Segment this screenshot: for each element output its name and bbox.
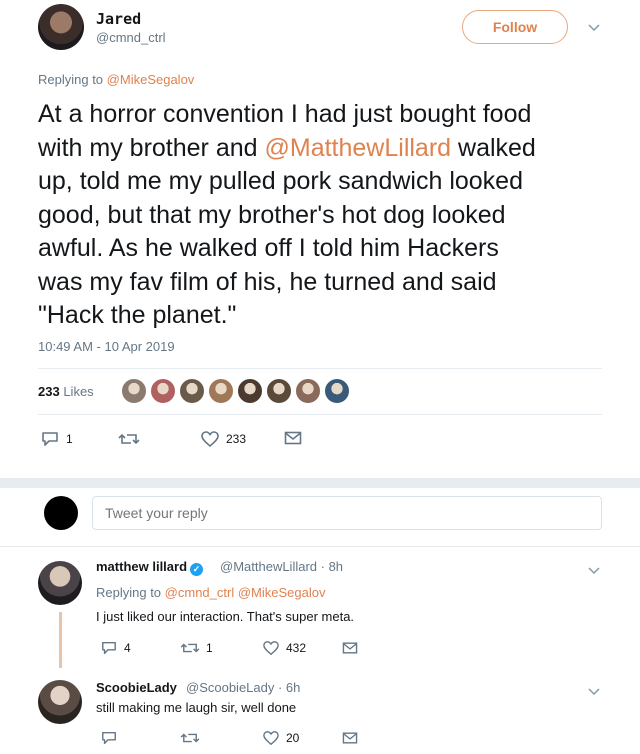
- reply-input[interactable]: [92, 496, 602, 530]
- retweet-action[interactable]: 1: [180, 640, 213, 656]
- reply-text: still making me laugh sir, well done: [96, 700, 297, 715]
- retweet-action[interactable]: [180, 730, 206, 746]
- retweet-icon: [180, 733, 200, 743]
- heart-icon: [263, 731, 279, 746]
- reply-text: I just liked our interaction. That's sup…: [96, 609, 355, 624]
- divider: [38, 368, 602, 369]
- tweet-line: awful. As he walked off I told him Hacke…: [38, 234, 499, 262]
- liker-avatar[interactable]: [149, 377, 177, 405]
- chevron-down-icon[interactable]: [588, 684, 600, 699]
- reply-tweet[interactable]: ScoobieLady @ScoobieLady · 6h still maki…: [0, 668, 640, 754]
- tweet-line-text: walked: [458, 133, 536, 162]
- tweet-line: "Hack the planet.": [38, 301, 237, 329]
- user-avatar: [44, 496, 78, 530]
- replying-mention-link[interactable]: @MikeSegalov: [107, 72, 195, 87]
- tweet-line: good, but that my brother's hot dog look…: [38, 200, 506, 229]
- heart-icon: [263, 641, 279, 656]
- replying-to: Replying to @MikeSegalov: [38, 72, 194, 87]
- tweet-line: At a horror convention I had just bought…: [38, 100, 532, 128]
- likes-summary[interactable]: 233 Likes: [38, 384, 94, 399]
- likes-label: Likes: [63, 384, 94, 399]
- reply-icon: [42, 432, 58, 446]
- retweet-icon: [180, 643, 200, 653]
- liker-avatar[interactable]: [178, 377, 206, 405]
- divider: [38, 414, 602, 415]
- liker-avatar[interactable]: [207, 377, 235, 405]
- reply-count: 4: [124, 641, 131, 655]
- reply-avatar[interactable]: [38, 680, 82, 724]
- like-count: 432: [286, 641, 307, 655]
- reply-icon: [102, 641, 116, 655]
- replying-prefix: Replying to: [38, 72, 104, 87]
- tweet-line-text: with my brother and: [38, 133, 258, 162]
- retweet-count: 1: [206, 641, 213, 655]
- chevron-down-icon[interactable]: [588, 20, 600, 35]
- reply-tweet[interactable]: matthew lillard ✓ @MatthewLillard · 8h Re…: [0, 547, 640, 665]
- tweet-line: with my brother and @MatthewLillard walk…: [38, 132, 618, 166]
- reply-author-handle[interactable]: @ScoobieLady · 6h: [186, 680, 300, 695]
- like-action[interactable]: 432: [262, 640, 306, 656]
- replying-mention-link[interactable]: @cmnd_ctrl @MikeSegalov: [165, 585, 326, 600]
- like-action[interactable]: 20: [262, 730, 299, 746]
- follow-button[interactable]: Follow: [462, 10, 568, 44]
- tweet-text: At a horror convention I had just bought…: [38, 98, 618, 333]
- mention-link[interactable]: @MatthewLillard: [265, 134, 452, 162]
- section-separator: [0, 478, 640, 488]
- like-count: 233: [226, 432, 247, 446]
- tweet-line: up, told me my pulled pork sandwich look…: [38, 167, 523, 195]
- retweet-action[interactable]: [118, 430, 146, 448]
- liker-avatar[interactable]: [323, 377, 351, 405]
- like-count: 20: [286, 731, 300, 745]
- main-tweet: Jared @cmnd_ctrl Follow Replying to @Mik…: [0, 0, 640, 478]
- tweet-timestamp[interactable]: 10:49 AM - 10 Apr 2019: [38, 339, 175, 354]
- author-avatar[interactable]: [38, 4, 84, 50]
- reply-action[interactable]: 1: [40, 430, 73, 448]
- message-action[interactable]: [284, 430, 302, 446]
- reply-action[interactable]: [100, 730, 124, 746]
- retweet-icon: [118, 433, 140, 445]
- tweet-line: was my fav film of his, he turned and sa…: [38, 267, 497, 296]
- verified-icon: ✓: [190, 563, 204, 576]
- reply-icon: [102, 731, 116, 745]
- message-action[interactable]: [342, 641, 358, 655]
- like-action[interactable]: 233: [200, 430, 246, 448]
- chevron-down-icon[interactable]: [588, 563, 600, 578]
- liker-avatar[interactable]: [294, 377, 322, 405]
- reply-avatar[interactable]: [38, 561, 82, 605]
- reply-count: 1: [66, 432, 73, 446]
- likes-count: 233: [38, 384, 60, 399]
- author-handle[interactable]: @cmnd_ctrl: [96, 30, 166, 45]
- reply-author-name[interactable]: matthew lillard ✓: [96, 559, 204, 576]
- heart-icon: [201, 431, 219, 448]
- liker-avatar[interactable]: [236, 377, 264, 405]
- reply-action[interactable]: 4: [100, 640, 131, 656]
- author-name[interactable]: Jared: [96, 10, 141, 28]
- reply-author-handle[interactable]: @MatthewLillard · 8h: [220, 559, 343, 574]
- liker-avatar[interactable]: [265, 377, 293, 405]
- envelope-icon: [342, 642, 358, 654]
- envelope-icon: [342, 732, 358, 744]
- reply-author-name[interactable]: ScoobieLady: [96, 680, 177, 695]
- reply-replying-to: Replying to @cmnd_ctrl @MikeSegalov: [96, 585, 325, 600]
- reply-author-name-text: matthew lillard: [96, 559, 188, 574]
- envelope-icon: [284, 431, 302, 445]
- liker-avatar[interactable]: [120, 377, 148, 405]
- message-action[interactable]: [342, 731, 358, 745]
- replying-prefix: Replying to: [96, 585, 162, 600]
